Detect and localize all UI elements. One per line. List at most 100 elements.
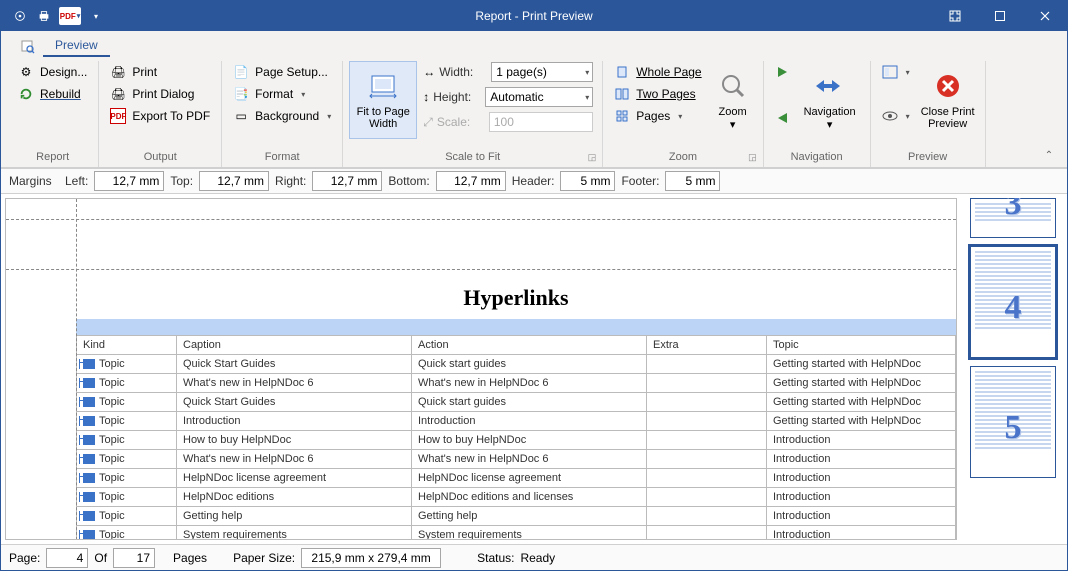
topic-icon — [83, 416, 95, 426]
rebuild-button[interactable]: Rebuild — [13, 83, 92, 105]
chevron-down-icon: ▾ — [730, 118, 736, 131]
print-dialog-button[interactable]: 🖨Print Dialog — [105, 83, 215, 105]
width-select[interactable]: 1 page(s)▾ — [491, 62, 593, 82]
group-label: Zoom◲ — [609, 149, 756, 167]
chevron-down-icon: ▾ — [827, 118, 833, 131]
background-button[interactable]: ▭Background▾ — [228, 105, 336, 127]
scale-field: ⤢Scale:100 — [423, 111, 593, 133]
print-button[interactable]: 🖨Print — [105, 61, 215, 83]
qat-pdf-icon[interactable]: PDF▾ — [59, 7, 81, 25]
col-caption: Caption — [177, 336, 412, 355]
zoom-button[interactable]: Zoom▾ — [709, 61, 757, 139]
thumb-page-4[interactable]: 4 — [970, 246, 1056, 358]
zoom-icon — [717, 70, 749, 102]
chevron-down-icon: ▾ — [678, 112, 682, 121]
quick-search-icon[interactable] — [15, 35, 41, 57]
chevron-down-icon: ▾ — [327, 112, 331, 121]
scale-input: 100 — [489, 112, 593, 132]
refresh-icon — [18, 86, 34, 102]
table-row: TopicWhat's new in HelpNDoc 6What's new … — [77, 374, 956, 393]
tab-preview[interactable]: Preview — [43, 35, 110, 57]
printer-icon: 🖨 — [110, 64, 126, 80]
topic-icon — [83, 397, 95, 407]
group-label: Report — [13, 149, 92, 167]
collapse-ribbon-button[interactable]: ⌃ — [1037, 61, 1061, 167]
close-button[interactable] — [1022, 1, 1067, 31]
chevron-down-icon[interactable]: ▾ — [585, 93, 589, 102]
whole-page-button[interactable]: Whole Page — [609, 61, 706, 83]
thumb-page-3[interactable]: 3 — [970, 198, 1056, 238]
close-preview-button[interactable]: Close Print Preview — [917, 61, 979, 139]
fullscreen-button[interactable] — [932, 1, 977, 31]
group-output: 🖨Print 🖨Print Dialog PDFExport To PDF Ou… — [99, 61, 222, 167]
table-row: TopicQuick Start GuidesQuick start guide… — [77, 355, 956, 374]
height-select[interactable]: Automatic▾ — [485, 87, 593, 107]
table-row: TopicQuick Start GuidesQuick start guide… — [77, 393, 956, 412]
document-viewport[interactable]: Hyperlinks Kind Caption Action Extra Top… — [5, 198, 957, 540]
group-preview: ▾ ▾ Close Print Preview Preview — [871, 61, 986, 167]
ribbon: Preview ⚙Design... Rebuild Report 🖨Print — [1, 31, 1067, 168]
qat-print-icon[interactable] — [35, 7, 53, 25]
status-text: Ready — [520, 551, 555, 565]
thumb-view-button[interactable]: ▾ — [877, 61, 915, 83]
gear-icon: ⚙ — [18, 64, 34, 80]
page-setup-button[interactable]: 📄Page Setup... — [228, 61, 336, 83]
margin-footer-input[interactable]: 5 mm — [665, 171, 720, 191]
kind-cell: Topic — [83, 529, 170, 539]
margin-header-input[interactable]: 5 mm — [560, 171, 615, 191]
workspace: Hyperlinks Kind Caption Action Extra Top… — [1, 194, 1067, 544]
chevron-down-icon: ▾ — [906, 68, 910, 77]
margin-left-input[interactable]: 12,7 mm — [94, 171, 164, 191]
thumbnail-strip: 3 4 5 — [963, 198, 1063, 540]
document-page: Hyperlinks Kind Caption Action Extra Top… — [6, 199, 956, 539]
margins-bar: Margins Left:12,7 mm Top:12,7 mm Right:1… — [1, 168, 1067, 194]
table-row: TopicHow to buy HelpNDocHow to buy HelpN… — [77, 431, 956, 450]
table-row: TopicSystem requirementsSystem requireme… — [77, 526, 956, 540]
document-title: Hyperlinks — [76, 271, 956, 319]
triangle-right-icon — [775, 65, 789, 79]
nav-prev-button[interactable] — [770, 107, 794, 129]
pdf-icon: PDF — [110, 108, 126, 124]
group-report: ⚙Design... Rebuild Report — [7, 61, 99, 167]
thumbnails-icon — [882, 64, 898, 80]
margin-top-input[interactable]: 12,7 mm — [199, 171, 269, 191]
format-button[interactable]: 📑Format▾ — [228, 83, 336, 105]
height-icon: ↕ — [423, 90, 429, 104]
dialog-launcher-icon[interactable]: ◲ — [588, 152, 597, 163]
two-pages-icon — [614, 86, 630, 102]
close-preview-icon — [932, 70, 964, 102]
format-icon: 📑 — [233, 86, 249, 102]
table-row: TopicHelpNDoc license agreementHelpNDoc … — [77, 469, 956, 488]
export-pdf-button[interactable]: PDFExport To PDF — [105, 105, 215, 127]
background-icon: ▭ — [233, 108, 249, 124]
topic-icon — [83, 435, 95, 445]
kind-cell: Topic — [83, 472, 170, 484]
titlebar: PDF▾ ▾ Report - Print Preview — [1, 1, 1067, 31]
page-current-input[interactable]: 4 — [46, 548, 88, 568]
paper-size: 215,9 mm x 279,4 mm — [301, 548, 441, 568]
qat-customize-icon[interactable]: ▾ — [87, 7, 105, 25]
kind-cell: Topic — [83, 415, 170, 427]
document-band — [76, 319, 956, 335]
whole-page-icon — [614, 64, 630, 80]
margin-bottom-input[interactable]: 12,7 mm — [436, 171, 506, 191]
two-pages-button[interactable]: Two Pages — [609, 83, 706, 105]
thumb-page-5[interactable]: 5 — [970, 366, 1056, 478]
margin-right-input[interactable]: 12,7 mm — [312, 171, 382, 191]
nav-next-button[interactable] — [770, 61, 794, 83]
topic-icon — [83, 473, 95, 483]
eye-view-button[interactable]: ▾ — [877, 105, 915, 127]
topic-icon — [83, 378, 95, 388]
maximize-button[interactable] — [977, 1, 1022, 31]
kind-cell: Topic — [83, 510, 170, 522]
table-row: TopicIntroductionIntroductionGetting sta… — [77, 412, 956, 431]
width-icon: ↔ — [423, 65, 435, 79]
navigation-button[interactable]: Navigation▾ — [796, 61, 864, 139]
design-button[interactable]: ⚙Design... — [13, 61, 92, 83]
chevron-down-icon[interactable]: ▾ — [585, 68, 589, 77]
pages-button[interactable]: Pages▾ — [609, 105, 706, 127]
kind-cell: Topic — [83, 491, 170, 503]
dialog-launcher-icon[interactable]: ◲ — [748, 152, 757, 163]
fit-to-width-button[interactable]: Fit to Page Width — [349, 61, 417, 139]
qat-settings-icon[interactable] — [11, 7, 29, 25]
